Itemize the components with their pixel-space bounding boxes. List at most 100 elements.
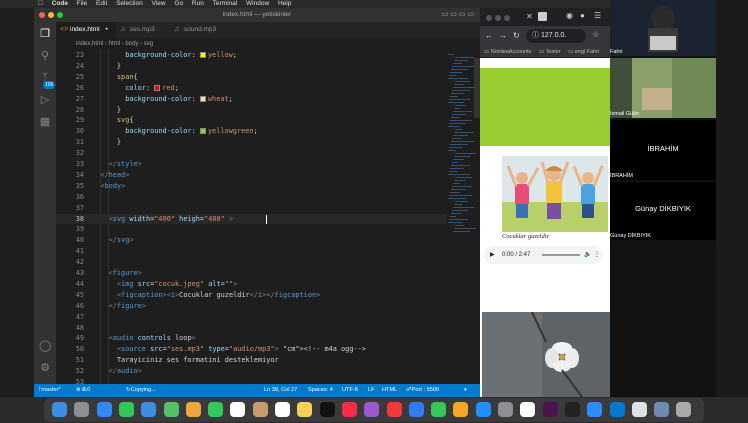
breadcrumb-item[interactable]: svg (144, 41, 153, 47)
code-line[interactable]: 34 </head> (56, 170, 446, 181)
menu-run[interactable]: Run (192, 0, 204, 8)
profile-icon[interactable]: ◉ (566, 11, 573, 20)
minimize-window-button[interactable] (495, 15, 501, 21)
participant-tile[interactable]: Günay DİKBIYIK Günay DİKBIYIK (610, 182, 716, 240)
preview-dock-icon[interactable] (631, 402, 647, 417)
chrome-dock-icon[interactable] (520, 402, 536, 417)
calendar-dock-icon[interactable] (230, 402, 246, 417)
code-line[interactable]: 46 </figure> (56, 301, 446, 312)
code-line[interactable]: 36 (56, 192, 446, 203)
code-line[interactable]: 40 </svg> (56, 235, 446, 246)
messages-dock-icon[interactable] (118, 402, 134, 417)
forward-icon[interactable]: → (499, 31, 507, 40)
participant-tile[interactable]: Ismail Güler (610, 58, 716, 118)
tab-close-icon[interactable]: ✕ (526, 12, 533, 21)
reminders-dock-icon[interactable] (275, 402, 290, 417)
bookmark-item[interactable]: NordeaAccounts (491, 49, 532, 55)
tab-favicon[interactable] (538, 12, 547, 21)
finder-window-dock-icon[interactable] (654, 402, 670, 417)
run-debug-icon[interactable]: ▷ (39, 94, 51, 106)
code-line[interactable]: 37 (56, 203, 446, 214)
account-icon[interactable]: ◯ (39, 340, 51, 352)
slack-dock-icon[interactable] (542, 402, 558, 417)
back-icon[interactable]: ← (485, 31, 493, 40)
photos-dock-icon[interactable] (185, 402, 201, 417)
maximize-window-button[interactable] (57, 12, 63, 18)
participant-tile[interactable]: İBRAHİM İBRAHİM (610, 120, 716, 180)
participant-tile[interactable]: Fahri (610, 0, 716, 56)
code-line[interactable]: 45 <figcaption><i>Cocuklar guzeldir</i></… (56, 290, 446, 301)
tab-sound-mp3[interactable]: ♫ sound.mp3 (170, 22, 232, 38)
code-editor[interactable]: 23 background-color: yellow; 24} 25 span{26 c… (56, 50, 446, 384)
menu-app-name[interactable]: Code (52, 0, 68, 8)
menu-help[interactable]: Help (278, 0, 291, 8)
menu-go[interactable]: Go (174, 0, 183, 8)
address-bar[interactable]: ⓘ 127.0.0. (526, 29, 586, 43)
mail-dock-icon[interactable] (141, 402, 157, 417)
music-dock-icon[interactable] (341, 402, 357, 417)
menu-selection[interactable]: Selection (116, 0, 143, 8)
menu-view[interactable]: View (152, 0, 166, 8)
code-line[interactable]: 30 background-color: yellowgreen; (56, 126, 446, 137)
code-line[interactable]: 28} (56, 105, 446, 116)
breadcrumb-item[interactable]: index.html (76, 41, 103, 47)
pages-dock-icon[interactable] (453, 402, 469, 417)
minimize-window-button[interactable] (48, 12, 54, 18)
volume-icon[interactable]: 🔈 (584, 246, 591, 264)
zoom-dock-icon[interactable] (587, 402, 603, 417)
code-line[interactable]: 31} (56, 137, 446, 148)
cursor-position[interactable]: Ln 38, Col 27 (264, 384, 297, 397)
app-store-dock-icon[interactable] (475, 402, 491, 417)
code-line[interactable]: 27 background-color: wheat; (56, 94, 446, 105)
code-line[interactable]: 39 (56, 224, 446, 235)
code-line[interactable]: 35 <body> (56, 181, 446, 192)
vscode-dock-icon[interactable] (609, 402, 625, 417)
explorer-icon[interactable]: ❐ (39, 28, 51, 40)
reload-icon[interactable]: ↻ (513, 31, 520, 40)
code-line[interactable]: 24} (56, 61, 446, 72)
code-line[interactable]: 43 <figure> (56, 268, 446, 279)
menu-edit[interactable]: Edit (96, 0, 107, 8)
news-dock-icon[interactable] (386, 402, 402, 417)
code-line[interactable]: 29 svg{ (56, 115, 446, 126)
system-preferences-dock-icon[interactable] (498, 402, 513, 417)
finder-dock-icon[interactable] (52, 402, 67, 417)
branch-status[interactable]: ᛉ master* (38, 384, 61, 397)
bookmark-star-icon[interactable]: ☆ (592, 30, 599, 39)
maps-dock-icon[interactable] (163, 402, 179, 417)
code-line[interactable]: 33 </style> (56, 159, 446, 170)
play-icon[interactable]: ▶ (490, 246, 495, 264)
menu-icon[interactable]: ☰ (594, 11, 601, 20)
code-line[interactable]: 51 Tarayiciniz ses formatini desteklemiyo… (56, 355, 446, 366)
indent-status[interactable]: Spaces: 4 (308, 384, 333, 397)
layout-icons[interactable]: ▭ ▭ ▭ ▭ (442, 8, 474, 22)
code-line[interactable]: 53 (56, 377, 446, 384)
launchpad-dock-icon[interactable] (74, 402, 90, 417)
code-line[interactable]: 26 color: red; (56, 83, 446, 94)
safari-dock-icon[interactable] (96, 402, 112, 417)
code-line[interactable]: 49 <audio controls loop> (56, 333, 446, 344)
podcasts-dock-icon[interactable] (364, 402, 380, 417)
breadcrumb-item[interactable]: html (109, 41, 120, 47)
live-server-port[interactable]: ☍ Port : 5500 (406, 384, 439, 397)
code-line[interactable]: 32 (56, 148, 446, 159)
code-line[interactable]: 47 (56, 312, 446, 323)
menu-file[interactable]: File (77, 0, 87, 8)
tv-dock-icon[interactable] (319, 402, 335, 417)
tab-index-html[interactable]: <> index.html • (56, 22, 116, 38)
notifications-bell-icon[interactable]: ♦ (464, 384, 467, 397)
menu-window[interactable]: Window (246, 0, 269, 8)
code-line[interactable]: 50 <source src="ses.mp3" type="audio/mp3"… (56, 344, 446, 355)
terminal-dock-icon[interactable] (564, 402, 580, 417)
code-line[interactable]: 48 (56, 323, 446, 334)
bookmark-item[interactable]: Tester (546, 49, 561, 55)
notes-dock-icon[interactable] (297, 402, 313, 417)
facetime-dock-icon[interactable] (208, 402, 224, 417)
encoding-status[interactable]: UTF-8 (342, 384, 358, 397)
more-options-icon[interactable]: ⋮ (594, 246, 600, 264)
code-line[interactable]: 38 <svg width="400" heigh="400" > (56, 213, 446, 225)
eol-status[interactable]: LF (368, 384, 375, 397)
numbers-dock-icon[interactable] (431, 402, 447, 417)
contacts-dock-icon[interactable] (252, 402, 268, 417)
extensions-icon[interactable]: ● (580, 11, 585, 20)
